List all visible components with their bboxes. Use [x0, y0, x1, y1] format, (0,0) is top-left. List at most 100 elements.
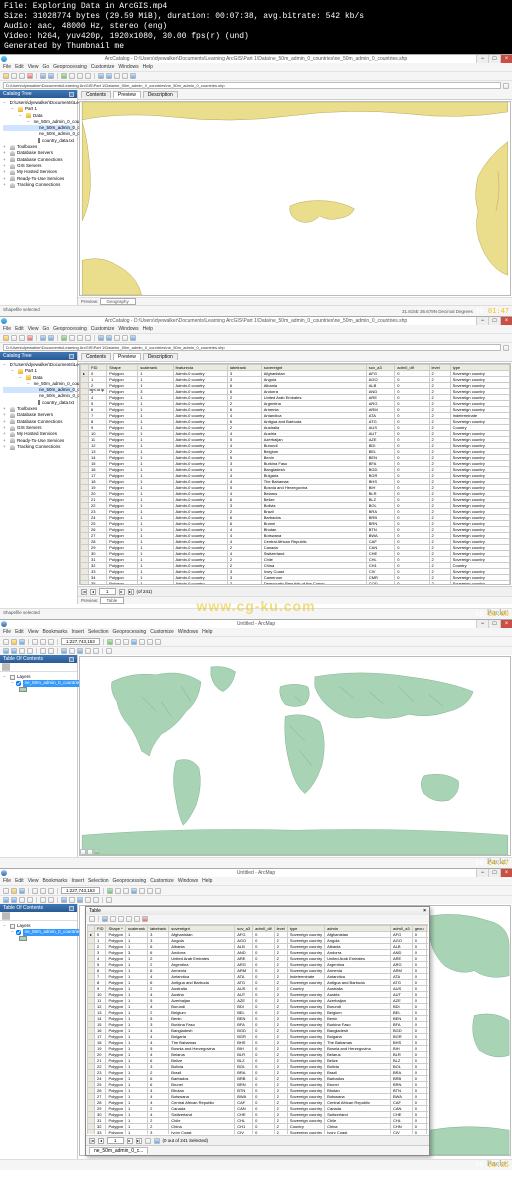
- python-icon[interactable]: [85, 73, 91, 79]
- go-icon[interactable]: [503, 345, 509, 351]
- cell[interactable]: 2: [274, 1130, 287, 1135]
- map-view[interactable]: [79, 656, 511, 856]
- menu-bookmarks[interactable]: Bookmarks: [42, 878, 67, 884]
- show-all-icon[interactable]: [145, 1138, 151, 1144]
- cell[interactable]: Sovereign country: [287, 1112, 324, 1118]
- select-by-attr-icon[interactable]: [110, 916, 116, 922]
- cell[interactable]: Polygon: [106, 1106, 125, 1112]
- copy-icon[interactable]: [40, 639, 46, 645]
- layer-visibility-checkbox[interactable]: [16, 681, 21, 686]
- cell[interactable]: Sovereign country: [287, 950, 324, 956]
- tb-icon[interactable]: [77, 335, 83, 341]
- tb-icon[interactable]: [3, 888, 9, 894]
- menu-windows[interactable]: Windows: [118, 64, 138, 70]
- close-button[interactable]: ×: [500, 869, 512, 877]
- cell[interactable]: Sovereign country: [287, 1118, 324, 1124]
- tb-icon[interactable]: [8, 912, 10, 920]
- table-options-icon[interactable]: [89, 916, 95, 922]
- tb-icon[interactable]: [48, 335, 54, 341]
- cell[interactable]: Polygon: [106, 950, 125, 956]
- cell[interactable]: Sovereign country: [287, 1088, 324, 1094]
- tb-icon[interactable]: [98, 335, 104, 341]
- cell[interactable]: Sovereign country: [287, 1070, 324, 1076]
- tab-description[interactable]: Description: [143, 353, 178, 360]
- tb-icon[interactable]: [11, 335, 17, 341]
- cell[interactable]: Admin-0 country: [173, 581, 227, 586]
- save-icon[interactable]: [11, 73, 17, 79]
- cell[interactable]: CIV: [391, 1130, 413, 1135]
- cell[interactable]: Sovereign country: [287, 1040, 324, 1046]
- tb-icon[interactable]: [27, 897, 33, 903]
- menu-edit[interactable]: Edit: [15, 878, 24, 884]
- menu-customize[interactable]: Customize: [91, 64, 115, 70]
- zoom-selection-icon[interactable]: [134, 916, 140, 922]
- path-input[interactable]: D:\Users\dyewalker\Documents\Learning Ar…: [3, 82, 501, 89]
- copy-icon[interactable]: [19, 73, 25, 79]
- cell[interactable]: CIV: [235, 1130, 253, 1135]
- cell[interactable]: COD: [366, 581, 395, 586]
- cell[interactable]: Sovereign country: [287, 1022, 324, 1028]
- tab-preview[interactable]: Preview: [113, 91, 141, 98]
- cell[interactable]: Polygon: [106, 968, 125, 974]
- minimize-button[interactable]: −: [476, 317, 488, 325]
- cell[interactable]: Polygon: [106, 1088, 125, 1094]
- cell[interactable]: Polygon: [106, 1070, 125, 1076]
- toc-tree[interactable]: −Layers −ne_50m_admin_0_countries: [0, 672, 77, 694]
- close-button[interactable]: ×: [500, 55, 512, 63]
- close-button[interactable]: ×: [500, 620, 512, 628]
- menu-geoprocessing[interactable]: Geoprocessing: [113, 878, 147, 884]
- connect-icon[interactable]: [48, 73, 54, 79]
- cell[interactable]: Polygon: [106, 1034, 125, 1040]
- search-icon[interactable]: [69, 73, 75, 79]
- cell[interactable]: 0: [253, 1130, 274, 1135]
- last-record-button[interactable]: ▸|: [128, 589, 134, 595]
- clear-selection-icon[interactable]: [126, 916, 132, 922]
- next-record-button[interactable]: ▸: [119, 589, 125, 595]
- cell[interactable]: Polygon: [106, 944, 125, 950]
- next-record-button[interactable]: ▸: [127, 1138, 133, 1144]
- tb-icon[interactable]: [61, 897, 67, 903]
- tb-icon[interactable]: [93, 897, 99, 903]
- save-icon[interactable]: [19, 639, 25, 645]
- close-button[interactable]: ×: [500, 317, 512, 325]
- menu-insert[interactable]: Insert: [71, 878, 84, 884]
- new-icon[interactable]: [3, 639, 9, 645]
- menu-insert[interactable]: Insert: [71, 629, 84, 635]
- cell[interactable]: Polygon: [106, 932, 125, 938]
- tb-icon[interactable]: [61, 335, 67, 341]
- select-features-icon[interactable]: [61, 648, 67, 654]
- cell[interactable]: Polygon: [106, 1010, 125, 1016]
- tb-icon[interactable]: [147, 888, 153, 894]
- preview-mode-select[interactable]: Geography: [100, 298, 136, 305]
- refresh-icon[interactable]: [94, 849, 100, 855]
- cell[interactable]: Polygon: [106, 980, 125, 986]
- map-scale-input[interactable]: 1:227,743,153: [61, 638, 100, 645]
- layer-name[interactable]: ne_50m_admin_0_countries: [23, 680, 84, 686]
- tb-icon[interactable]: [19, 897, 25, 903]
- cell[interactable]: Polygon: [106, 1082, 125, 1088]
- menu-geoprocessing[interactable]: Geoprocessing: [53, 64, 87, 70]
- menu-windows[interactable]: Windows: [118, 326, 138, 332]
- tb-icon[interactable]: [106, 897, 112, 903]
- tb-icon[interactable]: [40, 888, 46, 894]
- cell[interactable]: Sovereign country: [287, 1016, 324, 1022]
- cell[interactable]: Polygon: [106, 1022, 125, 1028]
- cell[interactable]: Sovereign country: [287, 1052, 324, 1058]
- toc-icon[interactable]: [123, 639, 129, 645]
- tb-icon[interactable]: [114, 335, 120, 341]
- cell[interactable]: Sovereign country: [287, 1046, 324, 1052]
- tb-icon[interactable]: [3, 897, 9, 903]
- menu-edit[interactable]: Edit: [15, 326, 24, 332]
- first-record-button[interactable]: |◂: [81, 589, 87, 595]
- cut-icon[interactable]: [32, 639, 38, 645]
- menu-geoprocessing[interactable]: Geoprocessing: [113, 629, 147, 635]
- menu-view[interactable]: View: [28, 326, 39, 332]
- identify-icon[interactable]: [130, 73, 136, 79]
- menu-file[interactable]: File: [3, 629, 11, 635]
- cell[interactable]: Sovereign country: [287, 1076, 324, 1082]
- list-by-selection-icon[interactable]: [8, 663, 10, 671]
- tb-icon[interactable]: [130, 335, 136, 341]
- cell[interactable]: 3: [148, 1130, 169, 1135]
- cell[interactable]: Polygon: [106, 974, 125, 980]
- tb-icon[interactable]: [155, 888, 161, 894]
